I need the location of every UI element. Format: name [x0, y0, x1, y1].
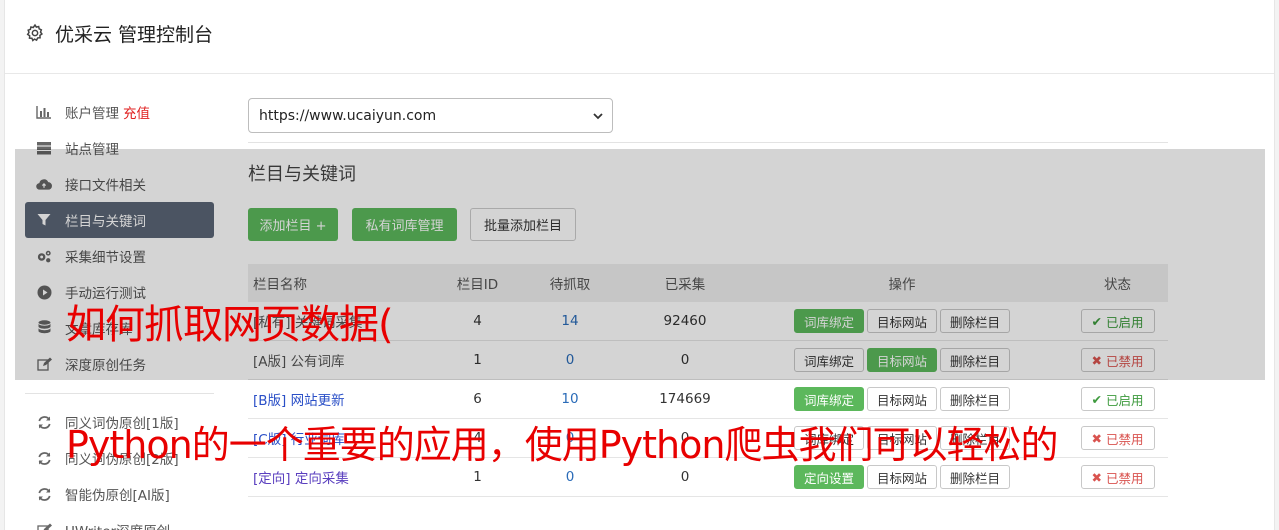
sidebar-item-collect-settings[interactable]: 采集细节设置 [25, 238, 214, 274]
row-name[interactable]: [定向] 定向采集 [248, 467, 448, 487]
row-ops: 词库绑定 目标网站 删除栏目 [737, 387, 1067, 411]
sidebar-item-uwriter[interactable]: UWriter深度原创 [25, 512, 214, 530]
target-site-button[interactable]: 目标网站 [866, 309, 937, 333]
sidebar-item-label: 站点管理 [65, 142, 119, 158]
sidebar-item-columns-keywords[interactable]: 栏目与关键词 [25, 202, 214, 238]
row-name[interactable]: [B版] 网站更新 [248, 389, 448, 409]
sidebar-item-label: 栏目与关键词 [65, 214, 146, 230]
sidebar-item-label: 接口文件相关 [65, 178, 146, 194]
caption-line-2: Python的一个重要的应用，使用Python爬虫我们可以轻松的 [66, 423, 1058, 467]
row-id: 1 [473, 469, 482, 485]
page-title: 优采云 管理控制台 [55, 24, 214, 46]
col-header-pending: 待抓取 [549, 277, 591, 293]
batch-add-button[interactable]: 批量添加栏目 [470, 208, 576, 241]
sidebar-divider [25, 393, 214, 394]
bind-lib-button[interactable]: 词库绑定 [793, 348, 864, 372]
sidebar-item-sites[interactable]: 站点管理 [25, 130, 214, 166]
status-label: 已禁用 [1105, 353, 1144, 369]
close-icon: ✖ [1091, 430, 1102, 446]
cloud-upload-icon [36, 176, 52, 192]
close-icon: ✖ [1091, 352, 1102, 368]
close-icon: ✖ [1091, 469, 1102, 485]
site-select[interactable]: https://www.ucaiyun.com [248, 98, 613, 133]
status-label: 已禁用 [1105, 470, 1144, 486]
edit-icon [36, 356, 52, 372]
header: 优采云 管理控制台 [5, 0, 1274, 74]
check-icon: ✔ [1091, 313, 1102, 329]
bind-lib-button[interactable]: 词库绑定 [793, 387, 864, 411]
col-header-collected: 已采集 [664, 277, 706, 293]
col-header-status: 状态 [1104, 277, 1131, 293]
sidebar-item-label: 智能伪原创[AI版] [65, 488, 170, 504]
sidebar-item-account[interactable]: 账户管理 充值 [25, 94, 214, 130]
delete-column-button[interactable]: 删除栏目 [940, 309, 1011, 333]
row-collected: 174669 [659, 391, 711, 407]
divider [248, 142, 1168, 143]
sidebar-item-label: UWriter深度原创 [65, 520, 170, 530]
play-icon [36, 284, 52, 300]
private-lib-button[interactable]: 私有词库管理 [352, 208, 457, 241]
row-name[interactable]: [A版] 公有词库 [248, 350, 448, 370]
status-toggle[interactable]: ✖ 已禁用 [1080, 348, 1155, 372]
row-pending[interactable]: 10 [507, 391, 633, 407]
status-toggle[interactable]: ✖ 已禁用 [1080, 426, 1155, 450]
cogs-icon [36, 248, 52, 264]
row-collected: 0 [680, 352, 690, 368]
chevron-down-icon [593, 113, 603, 120]
status-toggle[interactable]: ✔ 已启用 [1080, 309, 1155, 333]
status-label: 已启用 [1105, 314, 1144, 330]
status-toggle[interactable]: ✔ 已启用 [1080, 387, 1155, 411]
row-id: 4 [473, 313, 482, 329]
row-status: ✔ 已启用 [1067, 309, 1168, 333]
row-pending[interactable]: 0 [507, 352, 633, 368]
col-header-ops: 操作 [888, 277, 916, 293]
site-select-value: https://www.ucaiyun.com [259, 107, 437, 124]
status-label: 已启用 [1105, 392, 1144, 408]
row-pending[interactable]: 14 [507, 313, 633, 329]
row-id: 1 [473, 352, 482, 368]
sidebar-item-interface-files[interactable]: 接口文件相关 [25, 166, 214, 202]
col-header-name: 栏目名称 [253, 277, 307, 293]
refresh-icon [36, 450, 52, 466]
sidebar-item-ai-original[interactable]: 智能伪原创[AI版] [25, 476, 214, 512]
delete-column-button[interactable]: 删除栏目 [940, 348, 1011, 372]
refresh-icon [36, 414, 52, 430]
bind-lib-button[interactable]: 词库绑定 [793, 309, 864, 333]
server-icon [36, 140, 52, 156]
row-status: ✖ 已禁用 [1067, 426, 1168, 450]
refresh-icon [36, 486, 52, 502]
row-status: ✖ 已禁用 [1067, 348, 1168, 372]
sidebar-item-label: 采集细节设置 [65, 250, 146, 266]
check-icon: ✔ [1091, 391, 1102, 407]
sidebar-item-label: 账户管理 [65, 106, 119, 122]
row-pending[interactable]: 0 [507, 469, 633, 485]
row-collected: 0 [680, 469, 690, 485]
add-column-button[interactable]: 添加栏目 + [248, 208, 338, 241]
sidebar-item-deep-original[interactable]: 深度原创任务 [25, 346, 214, 382]
bar-chart-icon [36, 104, 52, 120]
caption-line-1: 如何抓取网页数据( [66, 302, 394, 348]
row-status: ✔ 已启用 [1067, 387, 1168, 411]
row-ops: 词库绑定 目标网站 删除栏目 [737, 309, 1067, 333]
section-title: 栏目与关键词 [248, 164, 356, 185]
target-site-button[interactable]: 目标网站 [866, 348, 937, 372]
row-id: 6 [473, 391, 482, 407]
database-icon [36, 320, 52, 336]
gear-icon [26, 23, 43, 42]
row-ops: 词库绑定 目标网站 删除栏目 [737, 348, 1067, 372]
col-header-id: 栏目ID [456, 277, 499, 293]
row-collected: 92460 [663, 313, 707, 329]
target-site-button[interactable]: 目标网站 [866, 387, 937, 411]
status-label: 已禁用 [1105, 431, 1144, 447]
edit-icon [36, 522, 52, 530]
status-toggle[interactable]: ✖ 已禁用 [1080, 465, 1155, 489]
recharge-link[interactable]: 充值 [123, 102, 150, 122]
row-status: ✖ 已禁用 [1067, 465, 1168, 489]
sidebar-item-label: 深度原创任务 [65, 358, 146, 374]
delete-column-button[interactable]: 删除栏目 [940, 387, 1011, 411]
filter-icon [36, 212, 52, 228]
